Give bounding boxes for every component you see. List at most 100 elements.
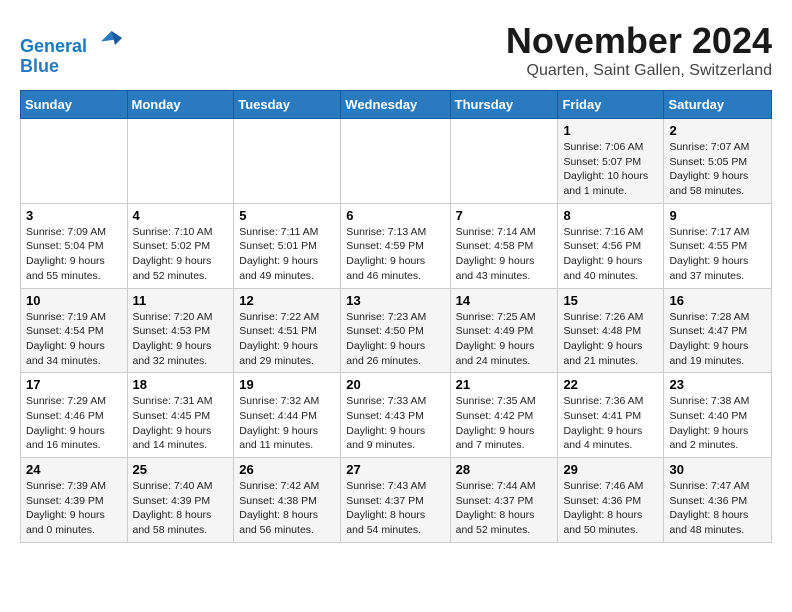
calendar-cell: 15 Sunrise: 7:26 AM Sunset: 4:48 PM Dayli… bbox=[558, 288, 664, 373]
calendar-cell: 17 Sunrise: 7:29 AM Sunset: 4:46 PM Dayli… bbox=[21, 373, 128, 458]
day-number: 19 bbox=[239, 377, 335, 392]
logo-text: General bbox=[20, 24, 122, 57]
day-info: Sunrise: 7:40 AM Sunset: 4:39 PM Dayligh… bbox=[133, 479, 229, 538]
calendar-header-row: SundayMondayTuesdayWednesdayThursdayFrid… bbox=[21, 91, 772, 119]
day-info: Sunrise: 7:11 AM Sunset: 5:01 PM Dayligh… bbox=[239, 225, 335, 284]
day-number: 12 bbox=[239, 293, 335, 308]
day-number: 29 bbox=[563, 462, 658, 477]
day-info: Sunrise: 7:35 AM Sunset: 4:42 PM Dayligh… bbox=[456, 394, 553, 453]
day-number: 13 bbox=[346, 293, 444, 308]
day-number: 20 bbox=[346, 377, 444, 392]
day-info: Sunrise: 7:22 AM Sunset: 4:51 PM Dayligh… bbox=[239, 310, 335, 369]
day-info: Sunrise: 7:38 AM Sunset: 4:40 PM Dayligh… bbox=[669, 394, 766, 453]
month-title: November 2024 bbox=[506, 20, 772, 62]
day-number: 30 bbox=[669, 462, 766, 477]
day-number: 25 bbox=[133, 462, 229, 477]
calendar-cell: 25 Sunrise: 7:40 AM Sunset: 4:39 PM Dayli… bbox=[127, 458, 234, 543]
calendar-cell: 10Sunrise: 7:19 AM Sunset: 4:54 PM Dayli… bbox=[21, 288, 128, 373]
calendar-cell: 7 Sunrise: 7:14 AM Sunset: 4:58 PM Daylig… bbox=[450, 203, 558, 288]
day-number: 23 bbox=[669, 377, 766, 392]
day-number: 16 bbox=[669, 293, 766, 308]
day-info: Sunrise: 7:13 AM Sunset: 4:59 PM Dayligh… bbox=[346, 225, 444, 284]
day-info: Sunrise: 7:07 AM Sunset: 5:05 PM Dayligh… bbox=[669, 140, 766, 199]
day-number: 1 bbox=[563, 123, 658, 138]
calendar-cell bbox=[234, 119, 341, 204]
day-number: 14 bbox=[456, 293, 553, 308]
calendar-cell: 18 Sunrise: 7:31 AM Sunset: 4:45 PM Dayli… bbox=[127, 373, 234, 458]
calendar-week-row: 3Sunrise: 7:09 AM Sunset: 5:04 PM Daylig… bbox=[21, 203, 772, 288]
day-info: Sunrise: 7:39 AM Sunset: 4:39 PM Dayligh… bbox=[26, 479, 122, 538]
calendar-cell: 30 Sunrise: 7:47 AM Sunset: 4:36 PM Dayli… bbox=[664, 458, 772, 543]
logo-line2: Blue bbox=[20, 57, 122, 77]
day-info: Sunrise: 7:17 AM Sunset: 4:55 PM Dayligh… bbox=[669, 225, 766, 284]
day-number: 10 bbox=[26, 293, 122, 308]
calendar-cell: 13Sunrise: 7:23 AM Sunset: 4:50 PM Dayli… bbox=[341, 288, 450, 373]
calendar-cell: 2 Sunrise: 7:07 AM Sunset: 5:05 PM Daylig… bbox=[664, 119, 772, 204]
calendar-cell: 21 Sunrise: 7:35 AM Sunset: 4:42 PM Dayli… bbox=[450, 373, 558, 458]
day-number: 5 bbox=[239, 208, 335, 223]
calendar-cell: 22Sunrise: 7:36 AM Sunset: 4:41 PM Dayli… bbox=[558, 373, 664, 458]
day-number: 8 bbox=[563, 208, 658, 223]
day-number: 17 bbox=[26, 377, 122, 392]
calendar-cell: 27 Sunrise: 7:43 AM Sunset: 4:37 PM Dayli… bbox=[341, 458, 450, 543]
calendar-cell: 23 Sunrise: 7:38 AM Sunset: 4:40 PM Dayli… bbox=[664, 373, 772, 458]
day-info: Sunrise: 7:16 AM Sunset: 4:56 PM Dayligh… bbox=[563, 225, 658, 284]
day-number: 15 bbox=[563, 293, 658, 308]
day-info: Sunrise: 7:44 AM Sunset: 4:37 PM Dayligh… bbox=[456, 479, 553, 538]
logo: General Blue bbox=[20, 24, 122, 77]
calendar-cell: 5 Sunrise: 7:11 AM Sunset: 5:01 PM Daylig… bbox=[234, 203, 341, 288]
calendar-cell: 24Sunrise: 7:39 AM Sunset: 4:39 PM Dayli… bbox=[21, 458, 128, 543]
day-of-week-header: Monday bbox=[127, 91, 234, 119]
day-info: Sunrise: 7:14 AM Sunset: 4:58 PM Dayligh… bbox=[456, 225, 553, 284]
calendar-cell: 19Sunrise: 7:32 AM Sunset: 4:44 PM Dayli… bbox=[234, 373, 341, 458]
calendar-cell: 6 Sunrise: 7:13 AM Sunset: 4:59 PM Daylig… bbox=[341, 203, 450, 288]
day-info: Sunrise: 7:09 AM Sunset: 5:04 PM Dayligh… bbox=[26, 225, 122, 284]
logo-bird-icon bbox=[94, 24, 122, 52]
day-info: Sunrise: 7:10 AM Sunset: 5:02 PM Dayligh… bbox=[133, 225, 229, 284]
day-of-week-header: Tuesday bbox=[234, 91, 341, 119]
day-of-week-header: Friday bbox=[558, 91, 664, 119]
day-number: 11 bbox=[133, 293, 229, 308]
day-number: 18 bbox=[133, 377, 229, 392]
day-number: 27 bbox=[346, 462, 444, 477]
day-info: Sunrise: 7:43 AM Sunset: 4:37 PM Dayligh… bbox=[346, 479, 444, 538]
day-number: 7 bbox=[456, 208, 553, 223]
calendar-week-row: 10Sunrise: 7:19 AM Sunset: 4:54 PM Dayli… bbox=[21, 288, 772, 373]
day-of-week-header: Wednesday bbox=[341, 91, 450, 119]
day-number: 2 bbox=[669, 123, 766, 138]
calendar-cell: 28Sunrise: 7:44 AM Sunset: 4:37 PM Dayli… bbox=[450, 458, 558, 543]
day-info: Sunrise: 7:29 AM Sunset: 4:46 PM Dayligh… bbox=[26, 394, 122, 453]
day-of-week-header: Sunday bbox=[21, 91, 128, 119]
calendar-cell: 26 Sunrise: 7:42 AM Sunset: 4:38 PM Dayli… bbox=[234, 458, 341, 543]
day-info: Sunrise: 7:31 AM Sunset: 4:45 PM Dayligh… bbox=[133, 394, 229, 453]
page-header: General Blue November 2024 Quarten, Sain… bbox=[20, 20, 772, 80]
day-info: Sunrise: 7:28 AM Sunset: 4:47 PM Dayligh… bbox=[669, 310, 766, 369]
calendar-cell: 14 Sunrise: 7:25 AM Sunset: 4:49 PM Dayli… bbox=[450, 288, 558, 373]
calendar-cell: 20Sunrise: 7:33 AM Sunset: 4:43 PM Dayli… bbox=[341, 373, 450, 458]
calendar-cell: 3Sunrise: 7:09 AM Sunset: 5:04 PM Daylig… bbox=[21, 203, 128, 288]
day-number: 26 bbox=[239, 462, 335, 477]
logo-line1: General bbox=[20, 36, 87, 56]
calendar-cell bbox=[341, 119, 450, 204]
calendar-cell: 11Sunrise: 7:20 AM Sunset: 4:53 PM Dayli… bbox=[127, 288, 234, 373]
calendar-table: SundayMondayTuesdayWednesdayThursdayFrid… bbox=[20, 90, 772, 543]
day-number: 21 bbox=[456, 377, 553, 392]
calendar-week-row: 17 Sunrise: 7:29 AM Sunset: 4:46 PM Dayli… bbox=[21, 373, 772, 458]
day-info: Sunrise: 7:26 AM Sunset: 4:48 PM Dayligh… bbox=[563, 310, 658, 369]
day-info: Sunrise: 7:06 AM Sunset: 5:07 PM Dayligh… bbox=[563, 140, 658, 199]
title-block: November 2024 Quarten, Saint Gallen, Swi… bbox=[506, 20, 772, 80]
calendar-cell: 29 Sunrise: 7:46 AM Sunset: 4:36 PM Dayli… bbox=[558, 458, 664, 543]
calendar-cell bbox=[21, 119, 128, 204]
location: Quarten, Saint Gallen, Switzerland bbox=[506, 62, 772, 80]
day-number: 4 bbox=[133, 208, 229, 223]
day-info: Sunrise: 7:25 AM Sunset: 4:49 PM Dayligh… bbox=[456, 310, 553, 369]
calendar-week-row: 1 Sunrise: 7:06 AM Sunset: 5:07 PM Daylig… bbox=[21, 119, 772, 204]
day-info: Sunrise: 7:42 AM Sunset: 4:38 PM Dayligh… bbox=[239, 479, 335, 538]
calendar-cell: 16 Sunrise: 7:28 AM Sunset: 4:47 PM Dayli… bbox=[664, 288, 772, 373]
calendar-week-row: 24Sunrise: 7:39 AM Sunset: 4:39 PM Dayli… bbox=[21, 458, 772, 543]
day-number: 6 bbox=[346, 208, 444, 223]
day-info: Sunrise: 7:46 AM Sunset: 4:36 PM Dayligh… bbox=[563, 479, 658, 538]
calendar-cell bbox=[450, 119, 558, 204]
day-number: 22 bbox=[563, 377, 658, 392]
day-info: Sunrise: 7:47 AM Sunset: 4:36 PM Dayligh… bbox=[669, 479, 766, 538]
